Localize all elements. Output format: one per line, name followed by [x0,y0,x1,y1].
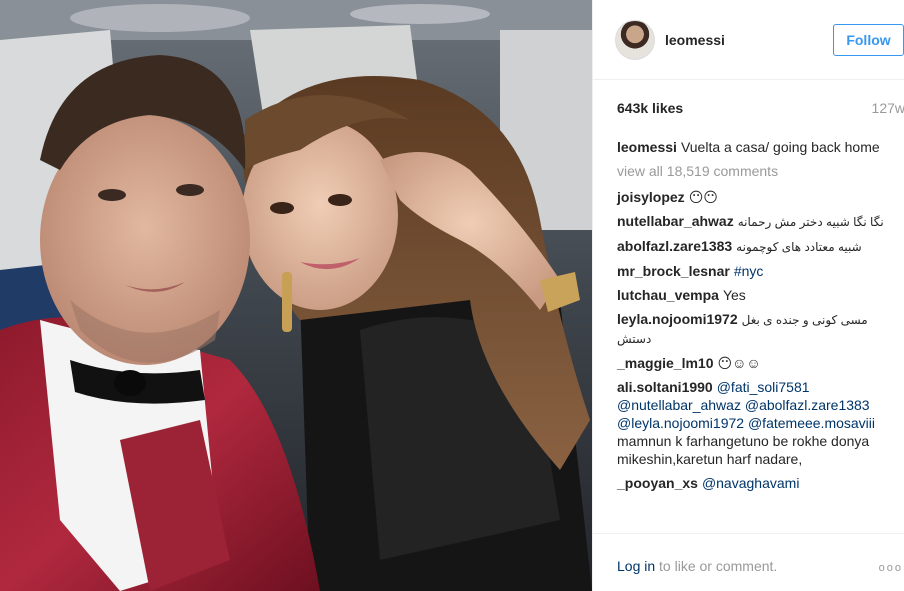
comment-user[interactable]: _maggie_lm10 [617,355,714,371]
comment-item: _pooyan_xs @navaghavami [617,474,887,492]
comment-text: شبیه معتادد های کوچمونه [736,240,862,254]
comment-mention[interactable]: @fati_soli7581 [717,379,810,395]
comment-text: 😶😶 [688,189,718,205]
post-header: leomessi Follow [593,0,904,80]
comment-item: mr_brock_lesnar #nyc [617,262,887,280]
comment-item: lutchau_vempa Yes [617,286,887,304]
comment-mention[interactable]: @fatemeee.mosaviii [748,415,875,431]
follow-button[interactable]: Follow [833,24,904,56]
comment-list: leomessi Vuelta a casa/ going back home v… [617,138,887,498]
post-footer: Log in to like or comment. ooo [593,533,904,591]
comment-item: abolfazl.zare1383 شبیه معتادد های کوچمونه [617,237,887,256]
caption-text: Vuelta a casa/ going back home [680,139,880,155]
login-prompt: Log in to like or comment. [617,558,777,574]
comment-text: mamnun k farhangetuno be rokhe donya mik… [617,433,870,467]
comment-mention[interactable]: @leyla.nojoomi1972 [617,415,744,431]
comment-user[interactable]: mr_brock_lesnar [617,263,730,279]
comment-text: 😶☺☺ [717,355,761,371]
comment-hashtag[interactable]: #nyc [734,263,764,279]
comment-text: نگا نگا شبیه دختر مش رحمانه [737,215,884,229]
comment-item: nutellabar_ahwaz نگا نگا شبیه دختر مش رحم… [617,212,887,231]
caption-user[interactable]: leomessi [617,139,677,155]
post-sidebar: leomessi Follow 643k likes 127w leomessi… [592,0,904,591]
comment-item: leyla.nojoomi1972 مسی کونی و جنده ی بغل د… [617,310,887,348]
comment-user[interactable]: leyla.nojoomi1972 [617,311,738,327]
comment-user[interactable]: nutellabar_ahwaz [617,213,734,229]
comment-mention[interactable]: @nutellabar_ahwaz [617,397,741,413]
comment-user[interactable]: ali.soltani1990 [617,379,713,395]
likes-row: 643k likes 127w [617,100,904,120]
more-options-icon[interactable]: ooo [879,562,903,574]
photo-illustration [0,0,592,591]
comment-item: joisylopez 😶😶 [617,188,887,206]
likes-count[interactable]: 643k likes [617,100,683,116]
comment-item: _maggie_lm10 😶☺☺ [617,354,887,372]
login-link[interactable]: Log in [617,558,655,574]
avatar[interactable] [615,20,655,60]
post-age[interactable]: 127w [872,100,904,116]
view-all-comments[interactable]: view all 18,519 comments [617,162,887,180]
comment-user[interactable]: lutchau_vempa [617,287,719,303]
post-username[interactable]: leomessi [665,32,725,48]
comment-mention[interactable]: @navaghavami [702,475,800,491]
post-photo[interactable] [0,0,592,591]
login-prompt-text: to like or comment. [655,558,778,574]
comment-user[interactable]: abolfazl.zare1383 [617,238,732,254]
comment-item: ali.soltani1990 @fati_soli7581 @nutellaba… [617,378,887,468]
comment-user[interactable]: joisylopez [617,189,685,205]
comment-text: Yes [722,287,746,303]
comment-user[interactable]: _pooyan_xs [617,475,698,491]
comment-mention[interactable]: @abolfazl.zare1383 [745,397,870,413]
caption: leomessi Vuelta a casa/ going back home [617,138,887,156]
